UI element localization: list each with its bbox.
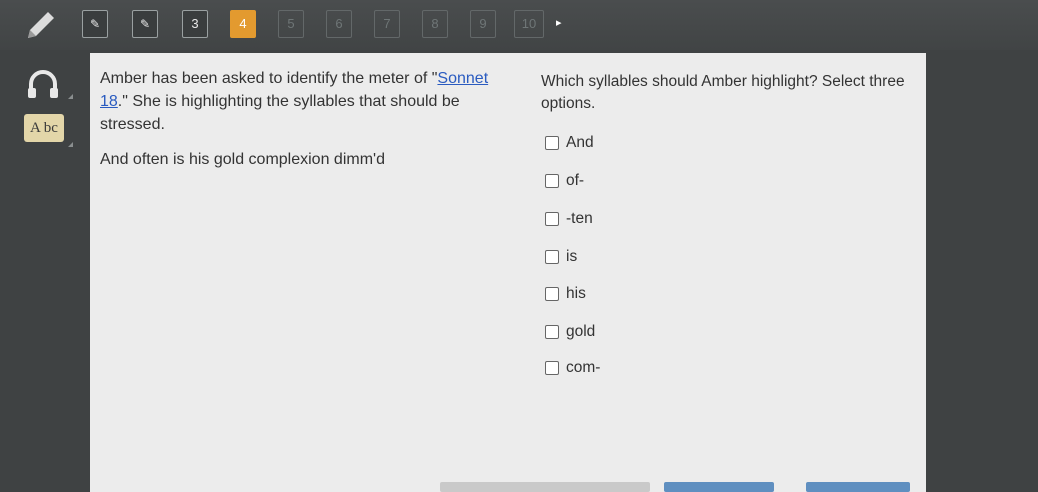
edit-mark-icon: ✎ <box>89 17 101 31</box>
question-nav-2[interactable]: ✎ <box>132 10 158 38</box>
passage: Amber has been asked to identify the met… <box>100 67 510 171</box>
question-nav-5[interactable]: 5 <box>278 10 304 38</box>
bottom-button-next[interactable] <box>806 482 910 492</box>
checkbox[interactable] <box>545 212 559 226</box>
question-prompt: Which syllables should Amber highlight? … <box>541 73 905 112</box>
bottom-button-back[interactable] <box>664 482 774 492</box>
left-tool-panel: A bc <box>0 50 90 492</box>
top-toolbar: ✎ ✎ 3 4 5 6 7 8 9 10 ▸ <box>0 0 1038 50</box>
edit-mark-icon: ✎ <box>139 17 151 31</box>
checkbox[interactable] <box>545 136 559 150</box>
question-nav-7[interactable]: 7 <box>374 10 400 38</box>
passage-intro: Amber has been asked to identify the met… <box>100 70 489 133</box>
option-his[interactable]: his <box>545 284 586 304</box>
option-com[interactable]: com- <box>545 358 600 378</box>
bottom-bar-left <box>440 482 650 492</box>
question-panel: Amber has been asked to identify the met… <box>90 53 926 492</box>
question-nav-8[interactable]: 8 <box>422 10 448 38</box>
pencil-icon[interactable] <box>24 8 58 42</box>
question-nav-1[interactable]: ✎ <box>82 10 108 38</box>
abc-icon[interactable]: A bc <box>24 114 64 142</box>
next-arrow-icon[interactable]: ▸ <box>556 16 562 29</box>
checkbox[interactable] <box>545 361 559 375</box>
checkbox[interactable] <box>545 174 559 188</box>
question-nav-3[interactable]: 3 <box>182 10 208 38</box>
question-nav-6[interactable]: 6 <box>326 10 352 38</box>
question-nav-10[interactable]: 10 <box>514 10 544 38</box>
option-and[interactable]: And <box>545 133 594 153</box>
question-nav-4[interactable]: 4 <box>230 10 256 38</box>
option-ten[interactable]: -ten <box>545 209 593 229</box>
option-of[interactable]: of- <box>545 171 584 191</box>
checkbox[interactable] <box>545 325 559 339</box>
option-gold[interactable]: gold <box>545 322 595 342</box>
tool-corner-icon <box>68 94 73 99</box>
tool-corner-icon <box>68 142 73 147</box>
option-is[interactable]: is <box>545 247 577 267</box>
question-nav-9[interactable]: 9 <box>470 10 496 38</box>
checkbox[interactable] <box>545 287 559 301</box>
checkbox[interactable] <box>545 250 559 264</box>
poem-line: And often is his gold complexion dimm'd <box>100 151 385 168</box>
headphones-icon[interactable] <box>24 66 62 100</box>
